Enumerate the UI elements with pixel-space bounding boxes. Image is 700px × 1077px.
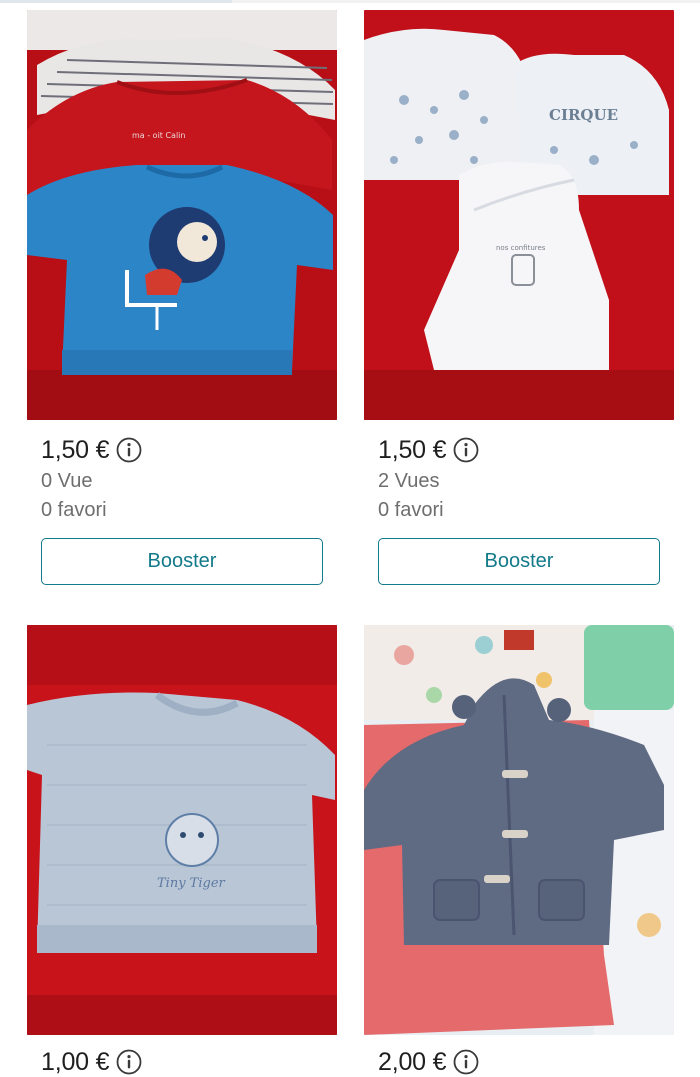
listing-card[interactable]: CIRQUE nos confitures 1,50 € 2 Vues 0 fa… bbox=[364, 10, 674, 585]
listing-price: 1,00 € bbox=[41, 1047, 110, 1076]
listing-photo[interactable]: Tiny Tiger bbox=[27, 625, 337, 1035]
listing-price: 2,00 € bbox=[378, 1047, 447, 1076]
listing-price: 1,50 € bbox=[41, 435, 110, 464]
booster-button[interactable]: Booster bbox=[378, 538, 660, 585]
listing-grid: ma - oit Calin 1,50 € 0 Vue 0 favori Boo… bbox=[0, 0, 700, 1076]
info-circle-icon[interactable] bbox=[453, 1049, 479, 1075]
svg-text:CIRQUE: CIRQUE bbox=[549, 106, 618, 124]
svg-text:Tiny Tiger: Tiny Tiger bbox=[157, 876, 226, 891]
listing-card[interactable]: Tiny Tiger 1,00 € bbox=[27, 625, 337, 1077]
listing-views: 2 Vues bbox=[378, 470, 440, 492]
booster-button[interactable]: Booster bbox=[41, 538, 323, 585]
listing-card[interactable]: 2,00 € bbox=[364, 625, 674, 1077]
listing-photo[interactable] bbox=[364, 625, 674, 1035]
listing-favorites: 0 favori bbox=[41, 499, 107, 521]
listing-views: 0 Vue bbox=[41, 470, 93, 492]
svg-text:ma - oit Calin: ma - oit Calin bbox=[132, 131, 185, 140]
info-circle-icon[interactable] bbox=[453, 437, 479, 463]
svg-text:nos confitures: nos confitures bbox=[496, 244, 546, 252]
listing-photo[interactable]: ma - oit Calin bbox=[27, 10, 337, 420]
listing-price: 1,50 € bbox=[378, 435, 447, 464]
info-circle-icon[interactable] bbox=[116, 1049, 142, 1075]
info-circle-icon[interactable] bbox=[116, 437, 142, 463]
listing-card[interactable]: ma - oit Calin 1,50 € 0 Vue 0 favori Boo… bbox=[27, 10, 337, 585]
listing-photo[interactable]: CIRQUE nos confitures bbox=[364, 10, 674, 420]
listing-favorites: 0 favori bbox=[378, 499, 444, 521]
